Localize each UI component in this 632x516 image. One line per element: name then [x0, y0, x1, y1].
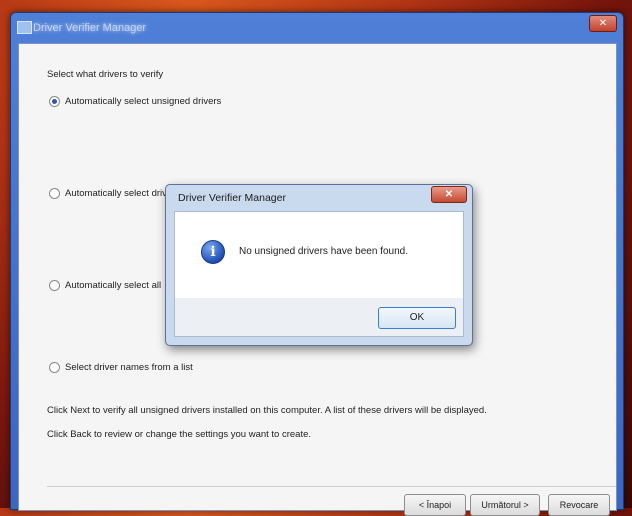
radio-unsigned-drivers[interactable] [49, 96, 60, 107]
dialog-title: Driver Verifier Manager [178, 192, 286, 204]
info-text-back: Click Back to review or change the setti… [47, 429, 312, 440]
select-drivers-heading: Select what drivers to verify [47, 69, 164, 80]
option-label-all[interactable]: Automatically select all [65, 280, 161, 291]
option-label-unsigned[interactable]: Automatically select unsigned drivers [65, 96, 221, 107]
ok-button[interactable]: OK [378, 307, 456, 329]
dialog-message: No unsigned drivers have been found. [239, 246, 409, 257]
footer-divider [47, 486, 616, 487]
radio-older-windows-drivers[interactable] [49, 188, 60, 199]
window-close-button[interactable]: ✕ [589, 15, 617, 32]
info-text-next: Click Next to verify all unsigned driver… [47, 405, 487, 416]
radio-all-drivers[interactable] [49, 280, 60, 291]
dialog-footer: OK [174, 298, 464, 337]
option-label-list[interactable]: Select driver names from a list [65, 362, 193, 373]
radio-driver-names-list[interactable] [49, 362, 60, 373]
message-dialog: Driver Verifier Manager ✕ i No unsigned … [165, 184, 473, 346]
cancel-button[interactable]: Revocare [548, 494, 610, 516]
info-icon: i [201, 240, 225, 264]
window-title: Driver Verifier Manager [33, 22, 147, 34]
next-button[interactable]: Următorul > [470, 494, 540, 516]
app-icon [17, 21, 32, 34]
dialog-body: i No unsigned drivers have been found. [174, 211, 464, 299]
back-button[interactable]: < Înapoi [404, 494, 466, 516]
dialog-close-button[interactable]: ✕ [431, 186, 467, 203]
